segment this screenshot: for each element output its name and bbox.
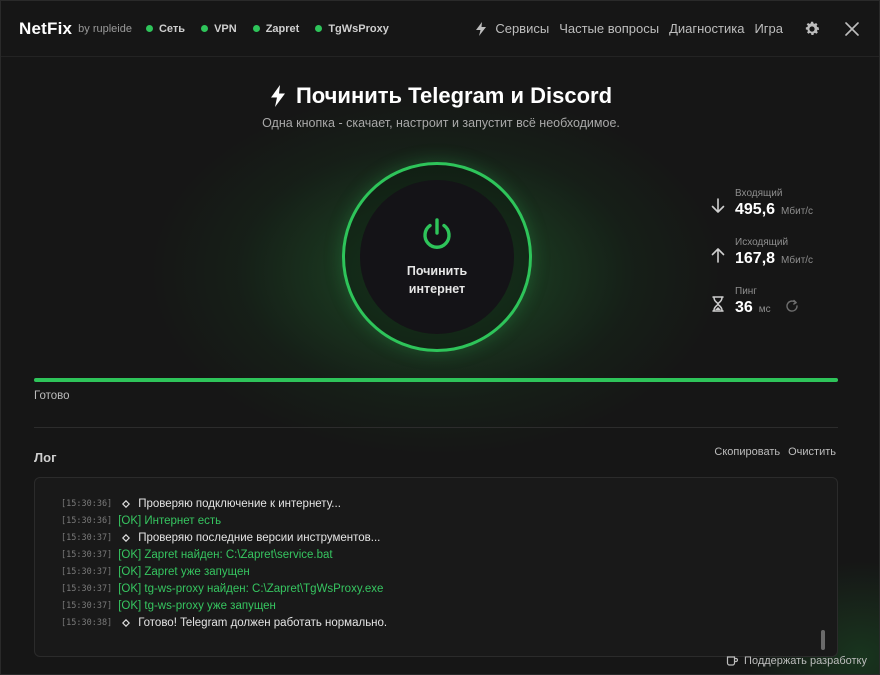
gear-icon bbox=[805, 21, 820, 35]
progress-bar bbox=[34, 378, 838, 382]
fix-internet-button[interactable]: Починить интернет bbox=[342, 162, 532, 352]
log-message: [OK] tg-ws-proxy уже запущен bbox=[118, 599, 276, 612]
status-label: VPN bbox=[214, 22, 237, 35]
log-line: [15:30:37] [OK] tg-ws-proxy уже запущен bbox=[61, 597, 276, 614]
log-line: [15:30:37] [OK] tg-ws-proxy найден: C:\Za… bbox=[61, 580, 383, 597]
log-message: [OK] tg-ws-proxy найден: C:\Zapret\TgWsP… bbox=[118, 582, 384, 595]
copy-log-button[interactable]: Скопировать bbox=[714, 446, 780, 458]
status-dot-icon bbox=[252, 25, 260, 32]
log-timestamp: [15:30:36] bbox=[61, 515, 113, 526]
log-timestamp: [15:30:37] bbox=[61, 549, 113, 560]
stat-ping: Пинг 36 мс bbox=[709, 285, 869, 334]
log-timestamp: [15:30:38] bbox=[61, 617, 113, 628]
stat-outgoing: Исходящий 167,8 Мбит/с bbox=[709, 236, 869, 285]
log-timestamp: [15:30:37] bbox=[61, 600, 113, 611]
settings-button[interactable] bbox=[801, 18, 823, 40]
log-line: [15:30:36] Проверяю подключение к интерне… bbox=[61, 495, 341, 512]
progress-status: Готово bbox=[34, 390, 70, 402]
diamond-icon bbox=[122, 618, 131, 627]
arrow-down-icon bbox=[711, 198, 725, 213]
refresh-icon[interactable] bbox=[785, 299, 799, 313]
page-subtitle: Одна кнопка - скачает, настроит и запуст… bbox=[262, 116, 620, 130]
status-label: TgWsProxy bbox=[328, 22, 389, 35]
status-dot-icon bbox=[145, 25, 153, 32]
log-timestamp: [15:30:37] bbox=[61, 583, 113, 594]
nav-faq[interactable]: Частые вопросы bbox=[559, 21, 659, 36]
log-line: [15:30:36] [OK] Интернет есть bbox=[61, 512, 221, 529]
arrow-up-icon bbox=[711, 248, 725, 263]
status-dot-icon bbox=[315, 25, 323, 32]
log-panel[interactable]: [15:30:36] Проверяю подключение к интерне… bbox=[34, 477, 838, 657]
page-title-text: Починить Telegram и Discord bbox=[295, 83, 613, 108]
log-message: Проверяю подключение к интернету... bbox=[138, 497, 341, 510]
log-message: [OK] Zapret уже запущен bbox=[118, 565, 250, 578]
log-line: [15:30:38] Готово! Telegram должен работа… bbox=[61, 614, 387, 631]
log-line: [15:30:37] Проверяю последние версии инст… bbox=[61, 529, 380, 546]
progress-fill bbox=[34, 378, 838, 382]
fix-internet-label: Починить интернет bbox=[406, 264, 468, 296]
stat-ping-value: 36 bbox=[735, 299, 753, 316]
bolt-icon bbox=[476, 21, 487, 36]
nav-services-label: Сервисы bbox=[495, 21, 550, 36]
top-nav: Сервисы Частые вопросы Диагностика Игра bbox=[465, 18, 863, 40]
app-brand: NetFix bbox=[19, 18, 73, 38]
divider bbox=[34, 427, 838, 428]
log-scrollbar[interactable] bbox=[821, 630, 825, 650]
stat-incoming-label: Входящий bbox=[735, 188, 783, 199]
fix-internet-button-face: Починить интернет bbox=[360, 180, 514, 334]
app-author: by rupleide bbox=[78, 22, 132, 35]
log-message: Проверяю последние версии инструментов..… bbox=[138, 531, 381, 544]
support-developer-link[interactable]: Поддержать разработку bbox=[726, 655, 867, 667]
diamond-icon bbox=[122, 499, 131, 508]
status-vpn: VPN bbox=[201, 23, 237, 35]
stat-ping-unit: мс bbox=[758, 304, 771, 315]
stat-outgoing-label: Исходящий bbox=[735, 237, 789, 248]
close-icon bbox=[845, 21, 859, 36]
title-bar[interactable]: NetFix by rupleide Сеть VPN Zapret TgWsP… bbox=[1, 1, 879, 57]
status-network: Сеть bbox=[145, 22, 186, 35]
support-developer-label: Поддержать разработку bbox=[744, 655, 867, 667]
stat-incoming-value: 495,6 bbox=[735, 201, 776, 218]
diamond-icon bbox=[122, 533, 131, 542]
log-line: [15:30:37] [OK] Zapret найден: C:\Zapret\… bbox=[61, 546, 333, 563]
log-message: Готово! Telegram должен работать нормаль… bbox=[138, 616, 388, 629]
app-window: NetFix by rupleide Сеть VPN Zapret TgWsP… bbox=[0, 0, 880, 675]
stat-outgoing-unit: Мбит/с bbox=[781, 255, 814, 266]
stat-ping-label: Пинг bbox=[735, 286, 757, 297]
status-label: Сеть bbox=[158, 22, 186, 35]
log-line: [15:30:37] [OK] Zapret уже запущен bbox=[61, 563, 250, 580]
log-message: [OK] Интернет есть bbox=[118, 514, 222, 527]
nav-diagnostics[interactable]: Диагностика bbox=[669, 21, 744, 36]
bolt-icon bbox=[270, 85, 285, 107]
hourglass-icon bbox=[712, 296, 724, 312]
page-title: Починить Telegram и Discord bbox=[1, 83, 879, 109]
nav-game[interactable]: Игра bbox=[754, 21, 783, 36]
nav-services[interactable]: Сервисы bbox=[475, 21, 549, 36]
close-button[interactable] bbox=[841, 18, 863, 40]
stat-outgoing-value: 167,8 bbox=[735, 250, 776, 267]
stat-incoming-unit: Мбит/с bbox=[781, 206, 814, 217]
status-dot-icon bbox=[201, 25, 209, 32]
log-message: [OK] Zapret найден: C:\Zapret\service.ba… bbox=[118, 548, 333, 561]
log-title: Лог bbox=[34, 450, 57, 465]
log-timestamp: [15:30:37] bbox=[61, 532, 113, 543]
power-icon bbox=[423, 218, 451, 249]
log-timestamp: [15:30:36] bbox=[61, 498, 113, 509]
status-label: Zapret bbox=[265, 22, 300, 35]
clear-log-button[interactable]: Очистить bbox=[788, 446, 836, 458]
stat-incoming: Входящий 495,6 Мбит/с bbox=[709, 187, 869, 236]
status-tgwsproxy: TgWsProxy bbox=[315, 23, 389, 35]
log-timestamp: [15:30:37] bbox=[61, 566, 113, 577]
cup-icon bbox=[726, 656, 739, 666]
log-actions: Скопировать Очистить bbox=[706, 446, 836, 458]
speed-stats: Входящий 495,6 Мбит/с Исходящий 167,8 Мбит… bbox=[709, 187, 869, 334]
status-zapret: Zapret bbox=[252, 22, 300, 35]
